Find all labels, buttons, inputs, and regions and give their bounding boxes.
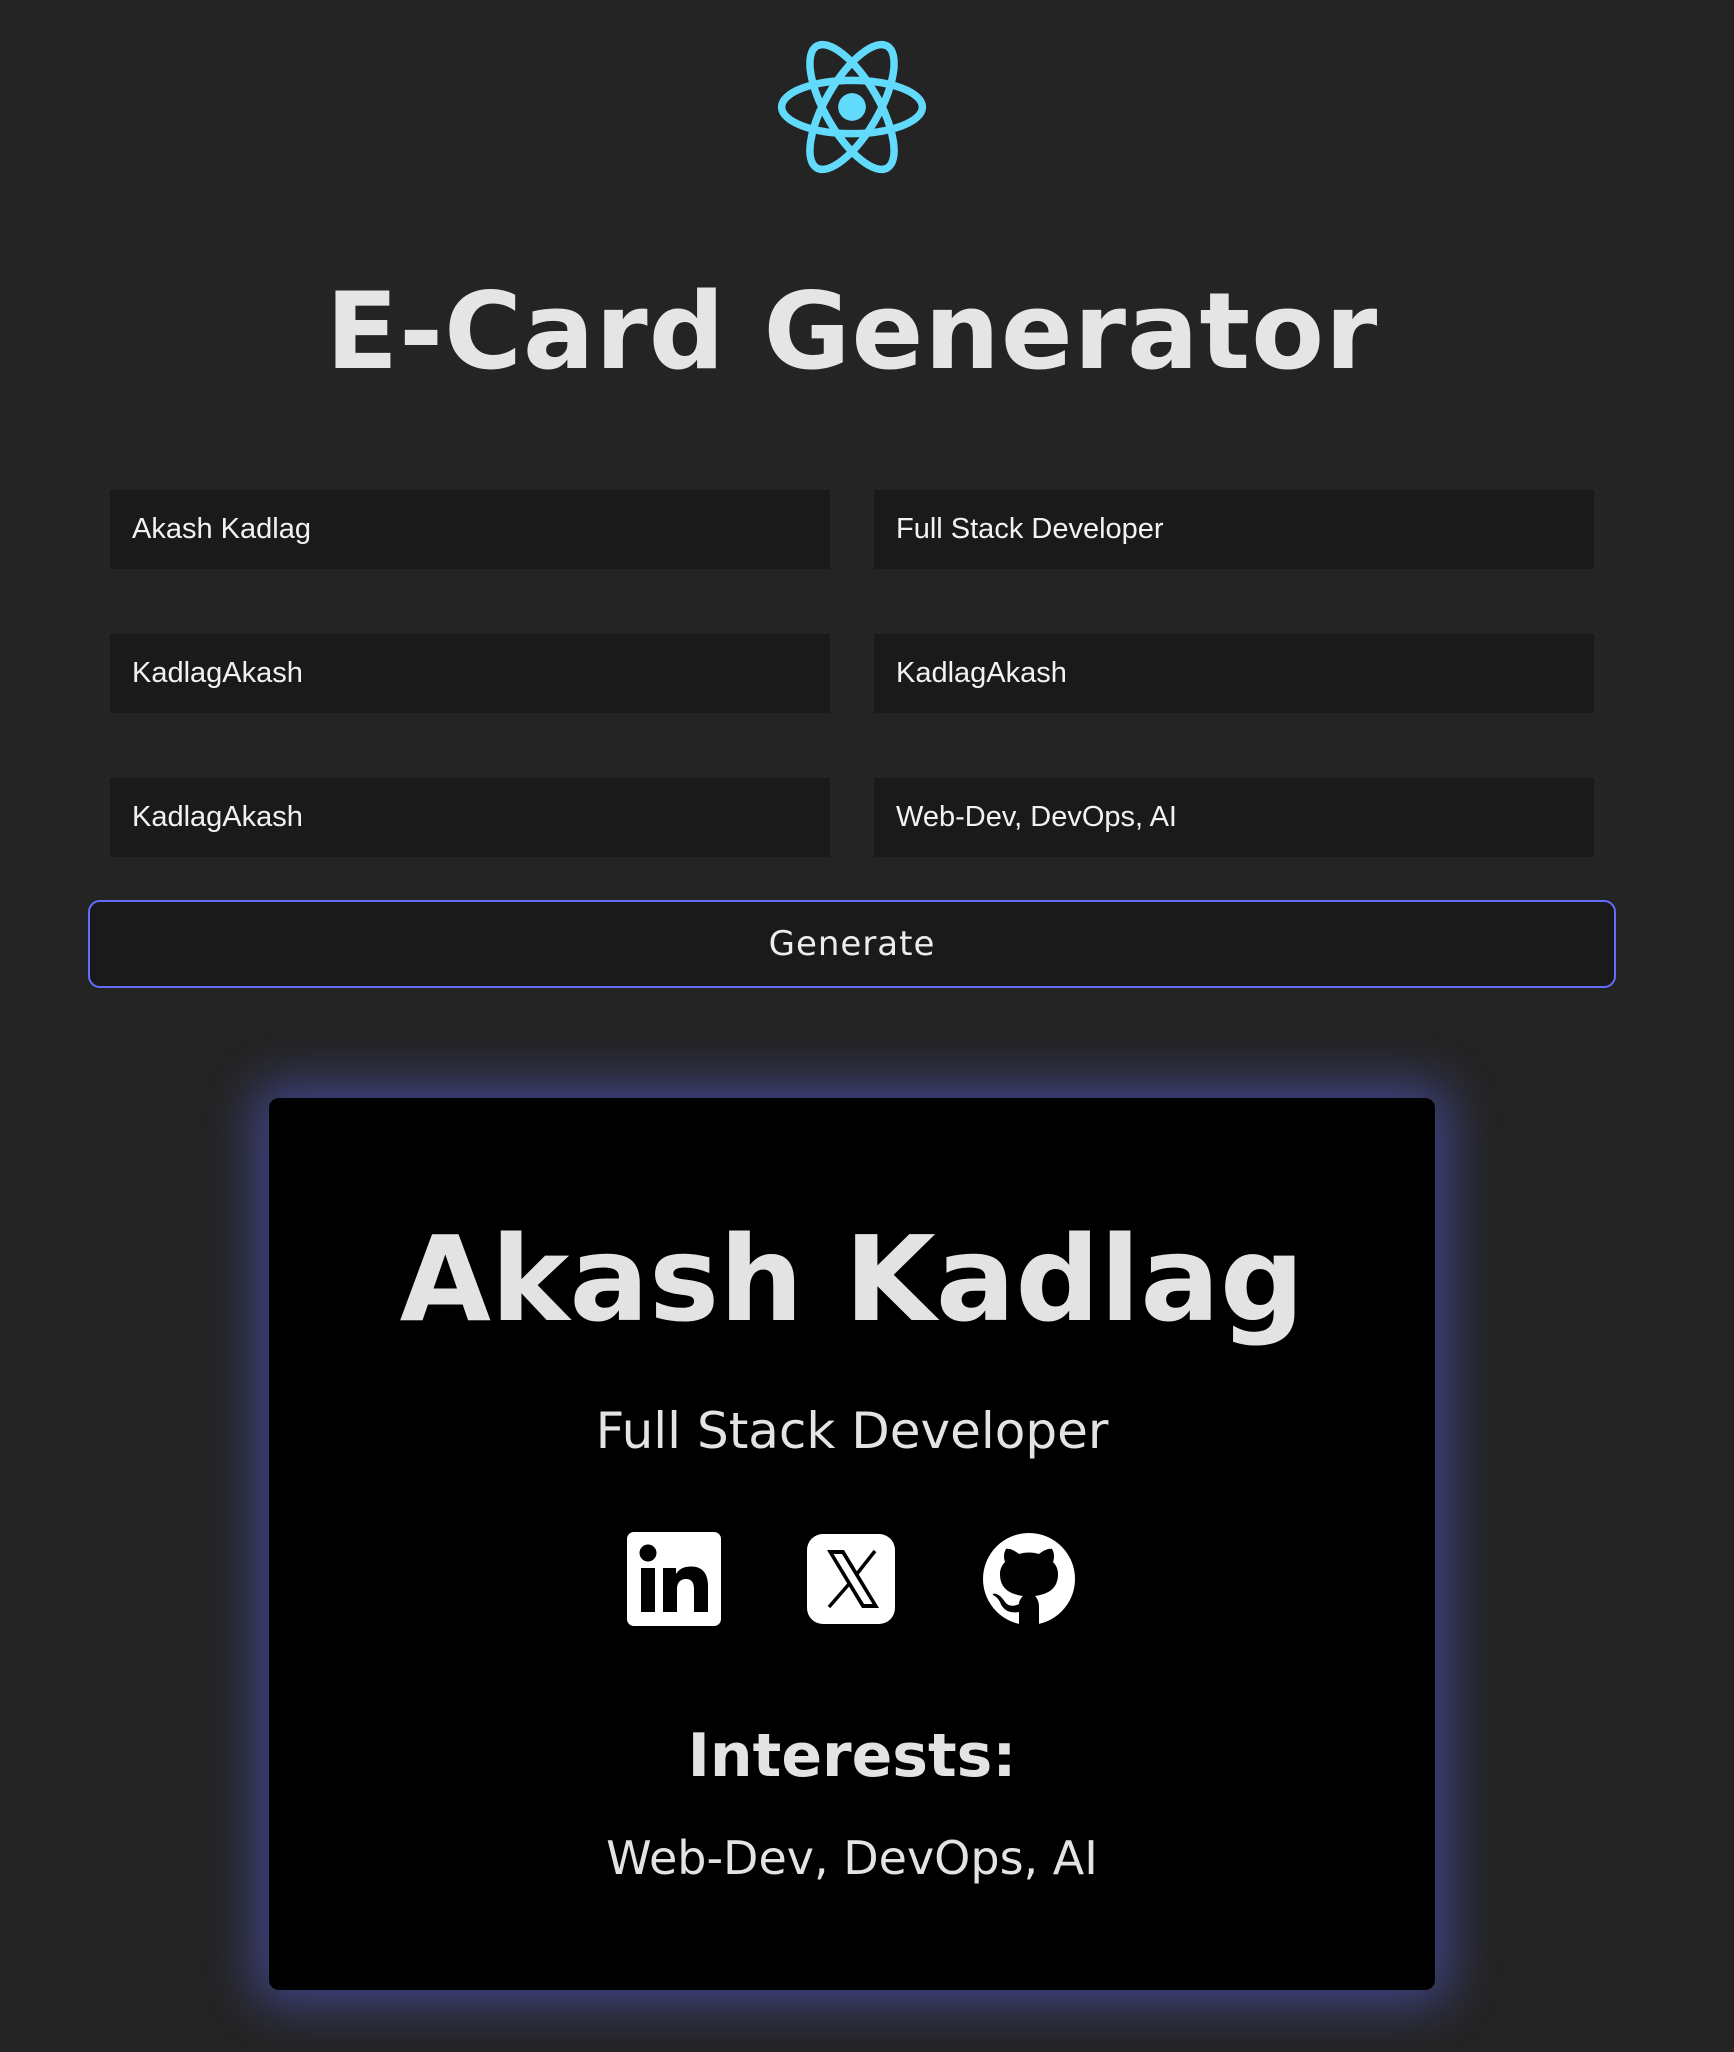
react-atom-icon xyxy=(777,40,927,174)
generate-button[interactable]: Generate xyxy=(88,900,1616,988)
page-title: E-Card Generator xyxy=(325,270,1379,393)
github-icon xyxy=(983,1533,1075,1625)
app-logo xyxy=(777,27,927,187)
card-name: Akash Kadlag xyxy=(399,1210,1305,1348)
linkedin-link[interactable] xyxy=(627,1532,721,1626)
twitter-link[interactable] xyxy=(805,1532,899,1626)
role-input[interactable] xyxy=(874,490,1594,569)
business-card: Akash Kadlag Full Stack Developer Intere… xyxy=(269,1098,1435,1990)
interests-heading: Interests: xyxy=(687,1721,1017,1791)
interests-input[interactable] xyxy=(874,778,1594,857)
github-link[interactable] xyxy=(982,1532,1076,1626)
twitter-input[interactable] xyxy=(874,634,1594,713)
github-input[interactable] xyxy=(110,778,830,857)
interests-text: Web-Dev, DevOps, AI xyxy=(606,1831,1098,1885)
card-role: Full Stack Developer xyxy=(595,1402,1109,1460)
linkedin-icon xyxy=(627,1532,721,1626)
linkedin-input[interactable] xyxy=(110,634,830,713)
x-twitter-icon xyxy=(807,1534,895,1624)
name-input[interactable] xyxy=(110,490,830,569)
